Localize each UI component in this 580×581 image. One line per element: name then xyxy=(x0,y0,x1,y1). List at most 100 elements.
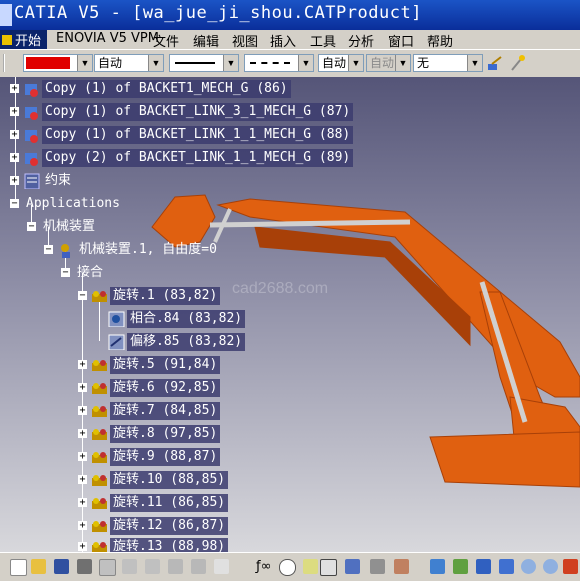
product-icon xyxy=(25,84,38,97)
fit-all-icon[interactable] xyxy=(453,559,468,574)
expand-icon[interactable]: + xyxy=(78,542,87,552)
tree-node-label: 旋转.1 (83,82) xyxy=(110,287,221,305)
solid-line-icon xyxy=(175,62,215,64)
menu-view[interactable]: 视图 xyxy=(232,31,258,50)
collapse-icon[interactable]: − xyxy=(27,222,36,232)
graphic-properties-toolbar: ▼ 自动 ▼ ▼ ▼ 自动 ▼ 自动 ▼ 无 ▼ xyxy=(0,49,580,78)
revolute-joint-icon xyxy=(92,521,107,532)
normal-view-icon[interactable] xyxy=(563,559,578,574)
rotate-icon[interactable] xyxy=(499,559,514,574)
collapse-icon[interactable]: − xyxy=(61,268,70,278)
layer-select[interactable]: 无 ▼ xyxy=(413,54,483,72)
weight-value: 自动 xyxy=(370,56,395,70)
dropdown-arrow-icon: ▼ xyxy=(148,55,163,71)
tree-node-label: 相合.84 (83,82) xyxy=(127,310,246,328)
catia-app-icon xyxy=(0,4,12,26)
line-thickness-select[interactable]: ▼ xyxy=(169,54,239,72)
line-type-select[interactable]: ▼ xyxy=(244,54,314,72)
expand-icon[interactable]: + xyxy=(78,475,87,485)
tree-node-label: 偏移.85 (83,82) xyxy=(127,333,246,351)
whats-this-icon[interactable] xyxy=(214,559,229,574)
start-icon xyxy=(2,35,12,45)
point-type-value: 自动 xyxy=(322,56,347,70)
revolute-joint-icon xyxy=(92,542,107,552)
tree-node-label: 机械装置.1, 自由度=0 xyxy=(79,242,217,257)
knowledge-icon[interactable] xyxy=(303,559,318,574)
expand-icon[interactable]: + xyxy=(78,406,87,416)
dropdown-arrow-icon: ▼ xyxy=(77,55,92,71)
wand-icon[interactable] xyxy=(509,54,526,72)
dropdown-arrow-icon: ▼ xyxy=(467,55,482,71)
menu-enovia[interactable]: ENOVIA V5 VPM xyxy=(56,31,159,46)
tree-node-label: 旋转.5 (91,84) xyxy=(110,356,221,374)
dropdown-arrow-icon: ▼ xyxy=(298,55,313,71)
menu-window[interactable]: 窗口 xyxy=(388,31,414,50)
dashed-line-icon xyxy=(250,62,290,64)
sensor-icon[interactable] xyxy=(394,559,409,574)
open-folder-icon[interactable] xyxy=(31,559,46,574)
zoom-out-icon[interactable] xyxy=(543,559,558,574)
new-file-icon[interactable] xyxy=(10,559,27,576)
expand-icon[interactable]: + xyxy=(10,153,19,163)
menu-edit[interactable]: 编辑 xyxy=(193,31,219,50)
expand-icon[interactable]: + xyxy=(10,84,19,94)
catalog-icon[interactable] xyxy=(345,559,360,574)
fill-color-select[interactable]: ▼ xyxy=(23,54,93,72)
fly-mode-icon[interactable] xyxy=(430,559,445,574)
table-icon[interactable] xyxy=(320,559,337,576)
tree-node-label: 机械装置 xyxy=(43,219,96,234)
weight-select: 自动 ▼ xyxy=(366,54,411,72)
redo-icon[interactable] xyxy=(191,559,206,574)
offset-constraint-icon xyxy=(108,334,125,350)
expand-icon[interactable]: + xyxy=(78,498,87,508)
product-icon xyxy=(25,130,38,143)
expand-icon[interactable]: + xyxy=(10,130,19,140)
menu-file[interactable]: 文件 xyxy=(153,31,179,50)
expand-icon[interactable]: + xyxy=(78,383,87,393)
collapse-icon[interactable]: − xyxy=(10,199,19,209)
menu-tools[interactable]: 工具 xyxy=(310,31,336,50)
copy-icon[interactable] xyxy=(122,559,137,574)
zoom-in-icon[interactable] xyxy=(521,559,536,574)
tree-node-label: Copy (1) of BACKET_LINK_1_1_MECH_G (88) xyxy=(42,126,354,144)
comment-icon[interactable] xyxy=(279,559,296,576)
tree-node-label: 旋转.7 (84,85) xyxy=(110,402,221,420)
expand-icon[interactable]: + xyxy=(10,107,19,117)
transparency-value: 自动 xyxy=(98,56,123,70)
layer-value: 无 xyxy=(417,56,430,70)
coincidence-constraint-icon xyxy=(108,311,125,327)
3d-viewport[interactable]: cad2688.com + Copy (1) of BACKET1_MECH_G… xyxy=(0,77,580,552)
toolbar-grip[interactable] xyxy=(3,54,9,72)
tree-node-label: 旋转.12 (86,87) xyxy=(110,517,229,535)
paste-icon[interactable] xyxy=(145,559,160,574)
pan-icon[interactable] xyxy=(476,559,491,574)
collapse-icon[interactable]: − xyxy=(78,291,87,301)
menu-help[interactable]: 帮助 xyxy=(427,31,453,50)
menu-insert[interactable]: 插入 xyxy=(270,31,296,50)
revolute-joint-icon xyxy=(92,360,107,371)
expand-icon[interactable]: + xyxy=(78,360,87,370)
constraints-icon xyxy=(24,173,40,189)
lock-icon[interactable] xyxy=(370,559,385,574)
cut-icon[interactable] xyxy=(99,559,116,576)
menu-analyze[interactable]: 分析 xyxy=(348,31,374,50)
expand-icon[interactable]: + xyxy=(10,176,19,186)
expand-icon[interactable]: + xyxy=(78,429,87,439)
point-type-select[interactable]: 自动 ▼ xyxy=(318,54,364,72)
undo-icon[interactable] xyxy=(168,559,183,574)
revolute-joint-icon xyxy=(92,475,107,486)
transparency-select[interactable]: 自动 ▼ xyxy=(94,54,164,72)
menu-start[interactable]: 开始 xyxy=(0,30,48,49)
window-title: CATIA V5 - [wa_jue_ji_shou.CATProduct] xyxy=(14,3,422,23)
collapse-icon[interactable]: − xyxy=(44,245,53,255)
revolute-joint-icon xyxy=(92,452,107,463)
menu-start-label: 开始 xyxy=(15,34,42,49)
formula-icon[interactable]: ƒ∞ xyxy=(256,559,271,574)
expand-icon[interactable]: + xyxy=(78,452,87,462)
print-icon[interactable] xyxy=(77,559,92,574)
standard-toolbar: ƒ∞ xyxy=(0,552,580,581)
expand-icon[interactable]: + xyxy=(78,521,87,531)
tree-node-label: 旋转.6 (92,85) xyxy=(110,379,221,397)
save-icon[interactable] xyxy=(54,559,69,574)
format-painter-icon[interactable] xyxy=(486,55,503,72)
